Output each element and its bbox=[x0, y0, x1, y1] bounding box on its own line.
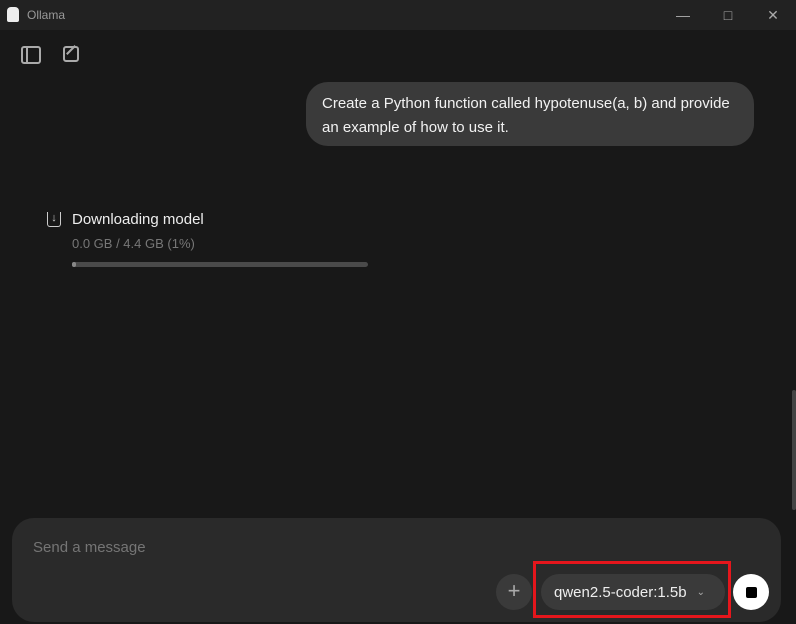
download-title: Downloading model bbox=[72, 211, 204, 228]
highlight-box bbox=[533, 561, 731, 618]
close-button[interactable]: ✕ bbox=[750, 0, 796, 30]
maximize-button[interactable]: □ bbox=[705, 0, 751, 30]
new-chat-icon[interactable] bbox=[63, 45, 79, 62]
download-status: 0.0 GB / 4.4 GB (1%) bbox=[72, 236, 195, 251]
ollama-logo-icon bbox=[7, 7, 19, 22]
download-progress-bar bbox=[72, 262, 368, 267]
user-message: Create a Python function called hypotenu… bbox=[306, 82, 754, 146]
scrollbar[interactable] bbox=[792, 390, 796, 510]
progress-fill bbox=[72, 262, 77, 267]
app-title: Ollama bbox=[27, 8, 66, 22]
download-icon: ↓ bbox=[47, 212, 61, 227]
add-attachment-button[interactable]: + bbox=[496, 574, 532, 610]
minimize-button[interactable]: — bbox=[660, 0, 706, 30]
sidebar-toggle-icon[interactable] bbox=[21, 46, 41, 64]
stop-button[interactable] bbox=[733, 574, 769, 610]
title-bar: Ollama — □ ✕ bbox=[0, 0, 796, 30]
message-input[interactable] bbox=[33, 539, 633, 556]
stop-icon bbox=[745, 586, 757, 598]
